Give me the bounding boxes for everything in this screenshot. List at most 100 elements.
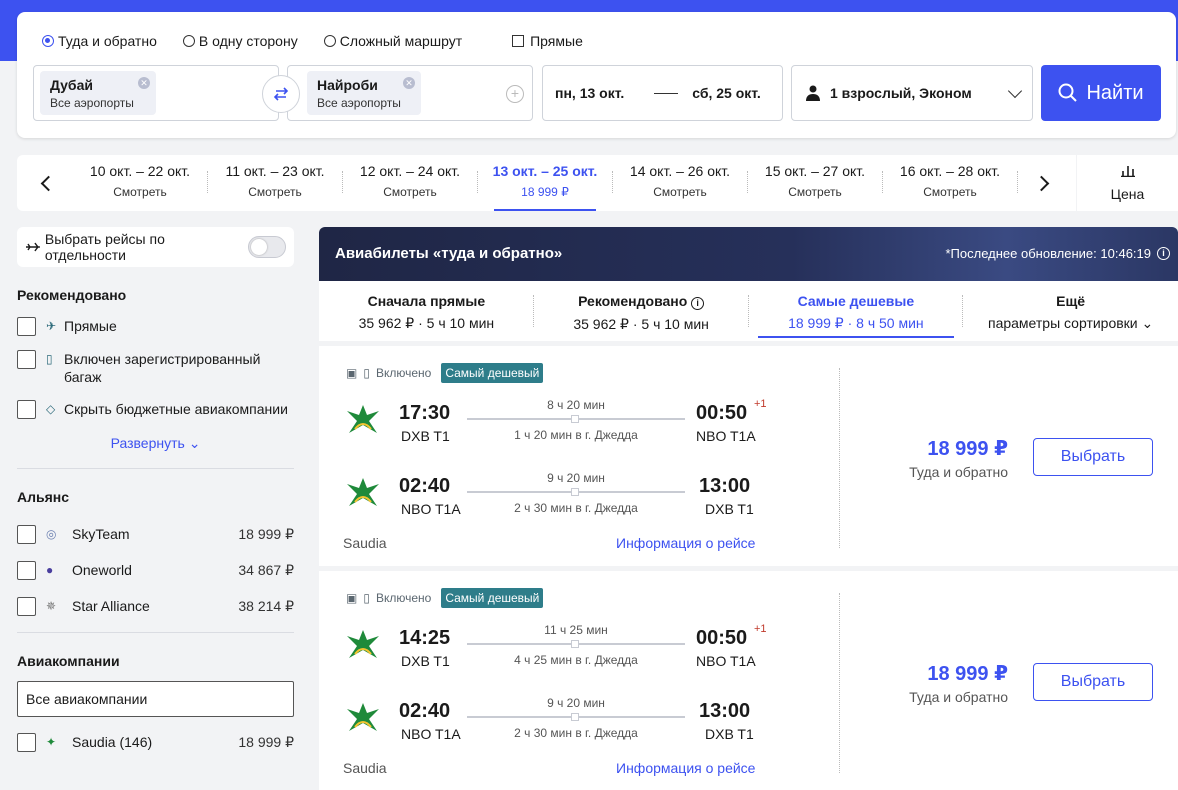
expand-link[interactable]: Развернуть ⌄ bbox=[17, 435, 294, 452]
separate-flights-toggle[interactable] bbox=[248, 236, 286, 258]
departure-airport: NBO T1A bbox=[401, 501, 461, 517]
direct-checkbox[interactable] bbox=[512, 35, 525, 47]
passengers-field[interactable]: 1 взрослый, Эконом bbox=[791, 65, 1033, 121]
airline-saudia[interactable]: ✦ Saudia (146) 18 999 ₽ bbox=[17, 733, 294, 752]
trip-type-oneway[interactable]: В одну сторону bbox=[182, 33, 298, 49]
flight-info-link[interactable]: Информация о рейсе bbox=[616, 760, 755, 776]
departure-time: 17:30 bbox=[399, 402, 451, 424]
info-icon[interactable]: i bbox=[691, 297, 705, 310]
luggage-icon: ▯ bbox=[363, 366, 370, 380]
sort-recommended[interactable]: Рекомендовано i 35 962 ₽ · 5 ч 10 мин bbox=[534, 281, 749, 341]
date-option[interactable]: 11 окт. – 23 окт. Смотреть bbox=[207, 155, 343, 211]
card-tags: ▣ ▯ Включено Самый дешевый bbox=[346, 363, 544, 383]
date-option[interactable]: 14 окт. – 26 окт. Смотреть bbox=[612, 155, 748, 211]
baggage-included: Включено bbox=[375, 591, 432, 605]
checkbox[interactable] bbox=[17, 733, 36, 752]
alliance-star[interactable]: ✵ Star Alliance 38 214 ₽ bbox=[17, 597, 294, 616]
date-option-dates: 14 окт. – 26 окт. bbox=[629, 163, 731, 179]
date-option[interactable]: 12 окт. – 24 окт. Смотреть bbox=[342, 155, 478, 211]
trip-type-label: Туда и обратно bbox=[58, 33, 157, 49]
checkbox[interactable] bbox=[17, 350, 36, 369]
trip-type-group: Туда и обратно В одну сторону Сложный ма… bbox=[42, 33, 583, 49]
select-button[interactable]: Выбрать bbox=[1033, 663, 1153, 701]
clear-origin-icon[interactable]: ✕ bbox=[138, 77, 150, 89]
chevron-down-icon: ⌄ bbox=[1141, 315, 1154, 331]
price-tab-label: Цена bbox=[1110, 186, 1145, 202]
origin-sub: Все аэропорты bbox=[50, 96, 134, 110]
route-line bbox=[467, 415, 685, 423]
filter-budget[interactable]: ◇ Скрыть бюджетные авиакомпании bbox=[17, 400, 294, 419]
origin-chip[interactable]: Дубай Все аэропорты ✕ bbox=[40, 71, 156, 115]
prev-dates-button[interactable] bbox=[33, 169, 57, 197]
info-icon[interactable]: i bbox=[1157, 247, 1170, 260]
origin-field[interactable]: Дубай Все аэропорты ✕ bbox=[33, 65, 279, 121]
date-option[interactable]: 16 окт. – 28 окт. Смотреть bbox=[882, 155, 1018, 211]
trip-type-roundtrip[interactable]: Туда и обратно bbox=[42, 33, 157, 49]
dates-field[interactable]: пн, 13 окт. сб, 25 окт. bbox=[542, 65, 783, 121]
chevron-left-icon bbox=[40, 175, 56, 191]
filter-label: Прямые bbox=[64, 318, 117, 334]
sort-title: Рекомендовано bbox=[578, 293, 688, 309]
date-option[interactable]: 10 окт. – 22 окт. Смотреть bbox=[72, 155, 208, 211]
sort-title: Ещё bbox=[1056, 293, 1086, 309]
date-option-dates: 10 окт. – 22 окт. bbox=[89, 163, 191, 179]
divider bbox=[17, 468, 294, 469]
flight-duration: 8 ч 20 мин bbox=[547, 398, 605, 412]
destination-chip[interactable]: Найроби Все аэропорты ✕ bbox=[307, 71, 421, 115]
swap-cities-button[interactable] bbox=[262, 75, 300, 113]
sort-direct-first[interactable]: Сначала прямые 35 962 ₽ · 5 ч 10 мин bbox=[319, 281, 534, 341]
sort-more[interactable]: Ещё параметры сортировки ⌄ bbox=[963, 281, 1178, 341]
checkbox[interactable] bbox=[17, 597, 36, 616]
divider bbox=[17, 632, 294, 633]
sort-value: параметры сортировки bbox=[987, 315, 1138, 331]
date-option-sub: Смотреть bbox=[923, 185, 977, 199]
card-divider bbox=[839, 368, 840, 548]
find-button[interactable]: Найти bbox=[1041, 65, 1161, 121]
arrival-airport: DXB T1 bbox=[705, 726, 754, 742]
flight-duration: 9 ч 20 мин bbox=[547, 696, 605, 710]
airlines-select[interactable]: Все авиакомпании bbox=[17, 681, 294, 717]
add-city-icon[interactable]: + bbox=[506, 85, 524, 103]
card-divider bbox=[839, 593, 840, 773]
checkbox[interactable] bbox=[17, 317, 36, 336]
star-alliance-icon: ✵ bbox=[46, 599, 57, 613]
tag-icon: ◇ bbox=[46, 402, 56, 416]
date-option-sub: Смотреть bbox=[383, 185, 437, 199]
sort-title: Сначала прямые bbox=[367, 293, 486, 309]
checkbox[interactable] bbox=[17, 525, 36, 544]
date-option-selected[interactable]: 13 окт. – 25 окт. 18 999 ₽ bbox=[477, 155, 613, 211]
trip-type-multicity[interactable]: Сложный маршрут bbox=[323, 33, 462, 49]
carrier-name: Saudia bbox=[343, 760, 387, 776]
swap-icon bbox=[273, 87, 289, 101]
destination-field[interactable]: Найроби Все аэропорты ✕ + bbox=[287, 65, 533, 121]
sort-title: Самые дешевые bbox=[797, 293, 915, 309]
filter-baggage[interactable]: ▯ Включен зарегистрированный багаж bbox=[17, 350, 294, 386]
sort-cheapest[interactable]: Самые дешевые 18 999 ₽ · 8 ч 50 мин bbox=[749, 281, 964, 341]
departure-airport: NBO T1A bbox=[401, 726, 461, 742]
toggle-label: Выбрать рейсы по отдельности bbox=[44, 231, 165, 263]
airline-price: 18 999 ₽ bbox=[238, 734, 294, 750]
checkbox[interactable] bbox=[17, 561, 36, 580]
flight-info-link[interactable]: Информация о рейсе bbox=[616, 535, 755, 551]
layover: 2 ч 30 мин в г. Джедда bbox=[514, 726, 638, 740]
select-button[interactable]: Выбрать bbox=[1033, 438, 1153, 476]
checkbox[interactable] bbox=[17, 400, 36, 419]
alliance-price: 34 867 ₽ bbox=[238, 562, 294, 578]
alliance-oneworld[interactable]: ● Oneworld 34 867 ₽ bbox=[17, 561, 294, 580]
route-line bbox=[467, 713, 685, 721]
flight-card[interactable]: ▣ ▯ Включено Самый дешевый 14:25 DXB T1 … bbox=[319, 571, 1178, 790]
next-dates-button[interactable] bbox=[1032, 169, 1056, 197]
results-title: Авиабилеты «туда и обратно» bbox=[335, 245, 563, 262]
date-dash bbox=[654, 92, 679, 94]
filter-direct[interactable]: ✈ Прямые bbox=[17, 317, 294, 336]
alliance-name: SkyTeam bbox=[72, 526, 130, 542]
separate-flights-toggle-row: Выбрать рейсы по отдельности bbox=[17, 227, 294, 267]
date-option[interactable]: 15 окт. – 27 окт. Смотреть bbox=[747, 155, 883, 211]
luggage-icon: ▯ bbox=[363, 591, 370, 605]
flight-card[interactable]: ▣ ▯ Включено Самый дешевый 17:30 DXB T1 … bbox=[319, 346, 1178, 566]
alliance-skyteam[interactable]: ◎ SkyTeam 18 999 ₽ bbox=[17, 525, 294, 544]
last-updated-text: *Последнее обновление: 10:46:19 bbox=[945, 246, 1151, 261]
clear-destination-icon[interactable]: ✕ bbox=[403, 77, 415, 89]
price-chart-tab[interactable]: Цена bbox=[1077, 155, 1178, 211]
filter-label: Скрыть бюджетные авиакомпании bbox=[64, 401, 288, 417]
